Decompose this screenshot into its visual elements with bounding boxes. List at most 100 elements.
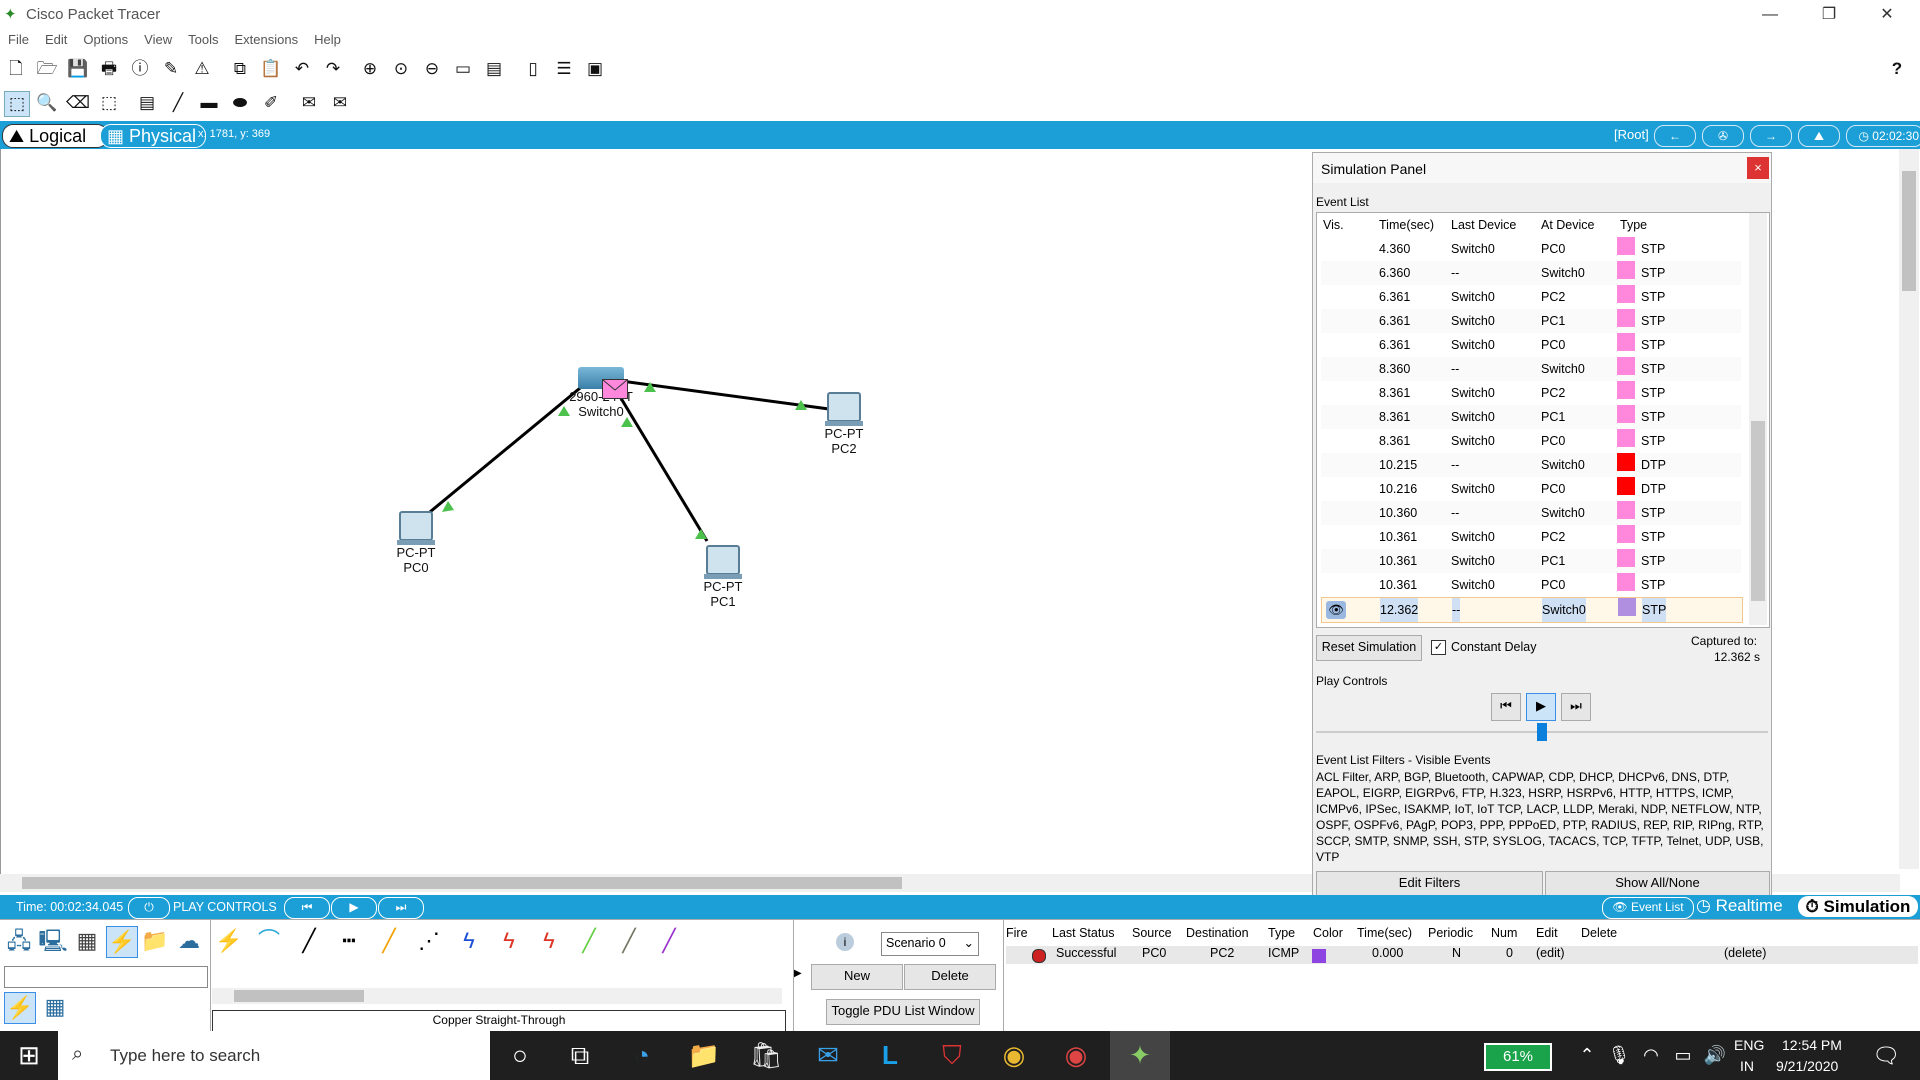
zoom-reset-icon[interactable]: ⊙ — [389, 57, 413, 81]
menu-view[interactable]: View — [136, 30, 180, 49]
cable-scroll-thumb[interactable] — [234, 990, 364, 1002]
device-dialog-icon[interactable]: ▤ — [482, 57, 506, 81]
serial-dte-icon[interactable]: ϟ — [534, 926, 564, 956]
help-icon[interactable]: ? — [1885, 57, 1909, 81]
pdu-delete-link[interactable]: (delete) — [1724, 946, 1766, 960]
minimize-button[interactable]: — — [1747, 0, 1793, 30]
taskbar-date[interactable]: 9/21/2020 — [1776, 1058, 1838, 1074]
event-row[interactable]: 10.215 -- Switch0 DTP — [1321, 453, 1741, 477]
menu-options[interactable]: Options — [75, 30, 136, 49]
grid-icon[interactable]: ▦ — [40, 992, 70, 1022]
simulation-tab[interactable]: ⏱ Simulation — [1798, 896, 1918, 917]
store-icon[interactable]: 🛍 — [736, 1031, 796, 1080]
event-row[interactable]: 4.360 Switch0 PC0 STP — [1321, 237, 1741, 261]
event-row[interactable]: 10.360 -- Switch0 STP — [1321, 501, 1741, 525]
event-type-swatch[interactable] — [1617, 477, 1635, 495]
event-type-swatch[interactable] — [1617, 405, 1635, 423]
redo-icon[interactable]: ↷ — [321, 57, 345, 81]
event-scroll-thumb[interactable] — [1751, 421, 1765, 601]
root-breadcrumb[interactable]: [Root] — [1614, 127, 1649, 142]
hscroll-thumb[interactable] — [22, 877, 902, 889]
event-row[interactable]: 6.360 -- Switch0 STP — [1321, 261, 1741, 285]
ellipse-icon[interactable]: ⬬ — [228, 91, 252, 115]
connections-subtype-icon[interactable]: ⚡ — [4, 992, 36, 1024]
cluster-icon[interactable]: ✇ — [1702, 125, 1744, 147]
straight-through-icon[interactable]: ╱ — [294, 926, 324, 956]
chevron-up-icon[interactable]: ⌃ — [1572, 1031, 1602, 1080]
event-row[interactable]: 8.361 Switch0 PC2 STP — [1321, 381, 1741, 405]
edge-browser-icon[interactable]: ◔ — [612, 1031, 672, 1080]
taskbar-search-box[interactable]: ⌕ Type here to search — [58, 1031, 490, 1080]
network-devices-icon[interactable]: 🖧 — [4, 926, 34, 956]
event-row[interactable]: 6.361 Switch0 PC0 STP — [1321, 333, 1741, 357]
status-step-forward-button[interactable]: ⏭ — [378, 897, 424, 919]
print-icon[interactable]: 🖶 — [97, 57, 121, 81]
volume-icon[interactable]: 🔊 — [1700, 1031, 1730, 1080]
event-type-swatch[interactable] — [1617, 333, 1635, 351]
mcafee-icon[interactable]: ⛉ — [922, 1031, 982, 1080]
battery-indicator[interactable]: 61% — [1484, 1043, 1552, 1071]
taskbar-time[interactable]: 12:54 PM — [1782, 1037, 1842, 1053]
fire-status-icon[interactable] — [1032, 949, 1046, 963]
pdu-row[interactable]: Successful PC0 PC2 ICMP 0.000 N 0 (edit)… — [1006, 946, 1918, 964]
step-back-button[interactable]: ⏮ — [1491, 693, 1521, 721]
status-step-back-button[interactable]: ⏮ — [284, 897, 330, 919]
add-complex-pdu-icon[interactable]: ✉ — [328, 91, 352, 115]
add-pdu-icon[interactable]: ✉ — [297, 91, 321, 115]
event-type-swatch[interactable] — [1617, 237, 1635, 255]
toggle-pdu-list-button[interactable]: Toggle PDU List Window — [826, 999, 980, 1025]
notification-center-icon[interactable]: 🗨 — [1856, 1031, 1916, 1080]
restore-button[interactable]: ❐ — [1806, 0, 1852, 30]
language-primary[interactable]: ENG — [1734, 1037, 1764, 1053]
eye-icon[interactable]: 👁 — [1326, 601, 1346, 619]
scroll-thumb[interactable] — [1902, 171, 1916, 291]
file-explorer-icon[interactable]: 📁 — [674, 1031, 734, 1080]
scenario-select[interactable]: Scenario 0 ⌄ — [881, 932, 979, 956]
console-cable-icon[interactable]: ⌒ — [254, 926, 284, 956]
zoom-out-icon[interactable]: ⊖ — [420, 57, 444, 81]
event-row[interactable]: 10.361 Switch0 PC0 STP — [1321, 573, 1741, 597]
custom-device-icon[interactable]: ⚠ — [190, 57, 214, 81]
l-app-icon[interactable]: L — [860, 1031, 920, 1080]
menu-tools[interactable]: Tools — [180, 30, 226, 49]
octal-icon[interactable]: ╱ — [574, 926, 604, 956]
event-type-swatch[interactable] — [1618, 598, 1636, 616]
event-row[interactable]: 8.361 Switch0 PC0 STP — [1321, 429, 1741, 453]
pc2-device[interactable]: PC-PT PC2 — [814, 392, 874, 456]
undo-icon[interactable]: ↶ — [290, 57, 314, 81]
back-button[interactable]: ← — [1654, 125, 1696, 147]
event-row[interactable]: 6.361 Switch0 PC2 STP — [1321, 285, 1741, 309]
event-type-swatch[interactable] — [1617, 381, 1635, 399]
menu-file[interactable]: File — [0, 30, 37, 49]
physical-tab[interactable]: ▦ Physical — [100, 124, 206, 148]
event-row[interactable]: 8.360 -- Switch0 STP — [1321, 357, 1741, 381]
event-type-swatch[interactable] — [1617, 285, 1635, 303]
status-play-button[interactable]: ▶ — [331, 897, 377, 919]
misc-icon[interactable]: 📁 — [140, 926, 170, 956]
menu-help[interactable]: Help — [306, 30, 349, 49]
microphone-icon[interactable]: 🎙 — [1604, 1031, 1634, 1080]
background-icon[interactable]: ⛰ — [1798, 125, 1840, 147]
rectangle-icon[interactable]: ▬ — [197, 91, 221, 115]
drawing-palette-icon[interactable]: ▭ — [451, 57, 475, 81]
pc1-device[interactable]: PC-PT PC1 — [693, 545, 753, 609]
iot-cable-icon[interactable]: ╱ — [614, 926, 644, 956]
event-row[interactable]: 6.361 Switch0 PC1 STP — [1321, 309, 1741, 333]
task-view-icon[interactable]: ⧉ — [550, 1031, 610, 1080]
switch0-device[interactable]: 2960-24TT Switch0 — [556, 367, 646, 419]
network-info-icon[interactable]: ▣ — [583, 57, 607, 81]
wifi-icon[interactable]: ◠ — [1636, 1031, 1666, 1080]
event-row[interactable]: 👁 12.362 -- Switch0 STP — [1321, 597, 1743, 623]
resize-icon[interactable]: ⬚ — [97, 91, 121, 115]
menu-extensions[interactable]: Extensions — [226, 30, 306, 49]
event-type-swatch[interactable] — [1617, 525, 1635, 543]
packet-tracer-taskbar-icon[interactable]: ✦ — [1110, 1031, 1170, 1080]
constant-delay-checkbox[interactable]: ✓ — [1431, 640, 1446, 655]
multiuser-icon[interactable]: ☁ — [174, 926, 204, 956]
close-button[interactable]: ✕ — [1864, 0, 1910, 30]
event-list-toggle[interactable]: 👁 Event List — [1602, 897, 1694, 919]
delete-scenario-button[interactable]: Delete — [904, 964, 996, 990]
pdu-edit-link[interactable]: (edit) — [1536, 946, 1564, 960]
select-icon[interactable]: ⬚ — [4, 91, 30, 117]
line-icon[interactable]: ╱ — [166, 91, 190, 115]
